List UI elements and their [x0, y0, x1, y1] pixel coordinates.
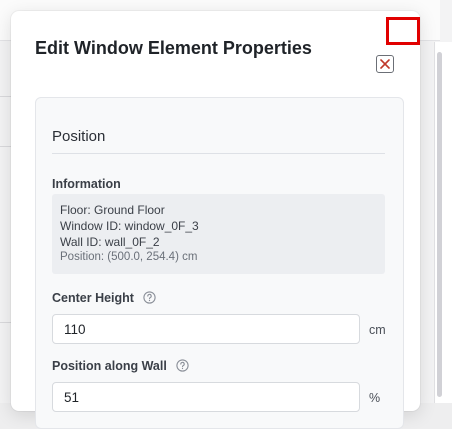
info-floor: Floor: Ground Floor [60, 203, 165, 217]
section-title: Position [52, 128, 106, 145]
background-scrollbar[interactable] [437, 52, 442, 397]
question-circle-icon[interactable] [176, 359, 189, 372]
info-wall-id: Wall ID: wall_0F_2 [60, 235, 160, 249]
edit-window-modal: Edit Window Element Properties Position … [11, 11, 420, 429]
position-section: Position Information Floor: Ground Floor… [35, 97, 404, 429]
background-divider [0, 146, 11, 147]
close-button[interactable] [376, 55, 394, 73]
position-along-wall-label: Position along Wall [52, 359, 167, 373]
information-label: Information [52, 177, 121, 191]
center-height-unit: cm [369, 323, 386, 337]
information-box: Floor: Ground Floor Window ID: window_0F… [52, 194, 385, 274]
position-along-wall-label-row: Position along Wall [52, 359, 189, 373]
question-circle-icon[interactable] [143, 291, 157, 304]
modal-title: Edit Window Element Properties [35, 38, 312, 58]
section-divider [52, 153, 385, 154]
background-divider [0, 96, 11, 97]
center-height-label: Center Height [52, 291, 134, 305]
position-along-wall-input[interactable] [52, 382, 360, 412]
background-divider [0, 322, 11, 323]
info-window-id: Window ID: window_0F_3 [60, 219, 199, 233]
center-height-label-row: Center Height [52, 291, 157, 305]
center-height-input[interactable] [52, 314, 360, 344]
info-position: Position: (500.0, 254.4) cm [60, 251, 198, 263]
close-icon [380, 59, 390, 69]
highlight-box [386, 17, 420, 45]
